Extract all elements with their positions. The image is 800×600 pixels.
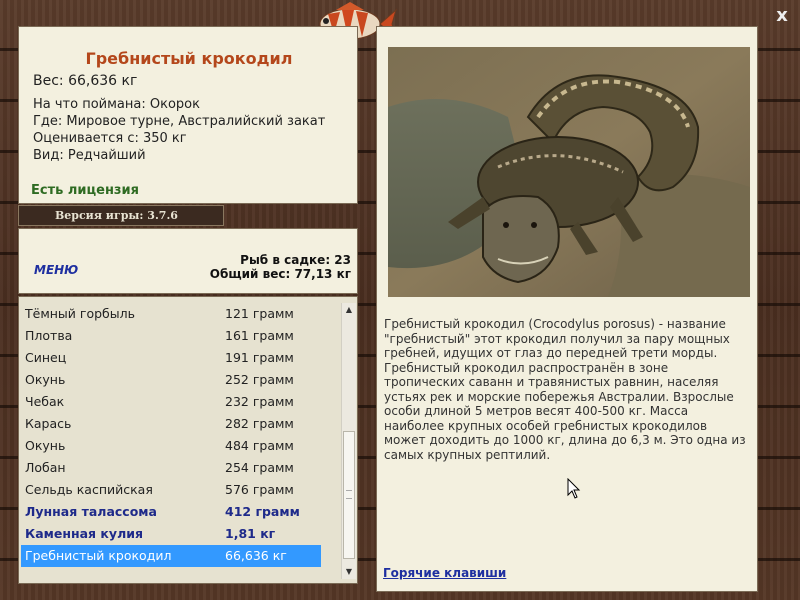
list-item[interactable]: Тёмный горбыль 121 грамм — [21, 303, 321, 325]
scroll-thumb[interactable] — [343, 431, 355, 559]
fish-rarity: Вид: Редчайший — [33, 148, 146, 163]
game-version: Версия игры: 3.7.6 — [18, 205, 224, 226]
fish-name: Гребнистый крокодил — [25, 548, 172, 563]
fish-name: Плотва — [25, 328, 73, 343]
catch-list: Тёмный горбыль 121 грамм Плотва 161 грамм Си… — [18, 296, 358, 584]
fish-name: Лунная талассома — [25, 504, 157, 519]
close-button[interactable]: x — [772, 6, 792, 26]
fish-weight-value: 576 грамм — [225, 482, 294, 497]
list-item[interactable]: Окунь 484 грамм — [21, 435, 321, 457]
list-item[interactable]: Карась 282 грамм — [21, 413, 321, 435]
fish-weight-value: 191 грамм — [225, 350, 294, 365]
fish-valuation: Оценивается с: 350 кг — [33, 131, 187, 146]
fish-weight-value: 66,636 кг — [225, 548, 287, 563]
list-item[interactable]: Плотва 161 грамм — [21, 325, 321, 347]
fish-name: Лобан — [25, 460, 66, 475]
list-item[interactable]: Каменная кулия 1,81 кг — [21, 523, 321, 545]
fish-name: Сельдь каспийская — [25, 482, 153, 497]
total-weight: Общий вес: 77,13 кг — [209, 267, 351, 281]
fish-weight-value: 484 грамм — [225, 438, 294, 453]
fish-bait: На что поймана: Окорок — [33, 97, 200, 112]
fish-weight-value: 412 грамм — [225, 504, 300, 519]
fish-name: Окунь — [25, 372, 66, 387]
list-item[interactable]: Лобан 254 грамм — [21, 457, 321, 479]
list-item[interactable]: Синец 191 грамм — [21, 347, 321, 369]
fish-info-panel: Гребнистый крокодил Вес: 66,636 кг На чт… — [18, 26, 358, 204]
list-item[interactable]: Окунь 252 грамм — [21, 369, 321, 391]
fish-name: Чебак — [25, 394, 65, 409]
fish-name: Тёмный горбыль — [25, 306, 135, 321]
list-item[interactable]: Сельдь каспийская 576 грамм — [21, 479, 321, 501]
list-scrollbar[interactable]: ▲ ▼ — [341, 303, 356, 579]
fish-weight-value: 121 грамм — [225, 306, 294, 321]
hotkeys-link[interactable]: Горячие клавиши — [383, 566, 506, 580]
mouse-cursor-icon — [567, 478, 581, 499]
list-item[interactable]: Гребнистый крокодил 66,636 кг — [21, 545, 321, 567]
fish-description: Гребнистый крокодил (Crocodylus porosus)… — [384, 317, 746, 462]
fish-name: Карась — [25, 416, 72, 431]
fish-weight-value: 252 грамм — [225, 372, 294, 387]
fish-weight-value: 282 грамм — [225, 416, 294, 431]
list-item[interactable]: Лунная талассома 412 грамм — [21, 501, 321, 523]
fish-weight-value: 254 грамм — [225, 460, 294, 475]
fish-name: Каменная кулия — [25, 526, 144, 541]
fish-location: Где: Мировое турне, Австралийский закат — [33, 114, 326, 129]
scroll-down-icon[interactable]: ▼ — [342, 565, 356, 579]
fish-weight-value: 1,81 кг — [225, 526, 276, 541]
fish-weight-value: 161 грамм — [225, 328, 294, 343]
crocodile-photo — [388, 47, 750, 297]
menu-button[interactable]: МЕНЮ — [34, 263, 78, 277]
fish-title: Гребнистый крокодил — [85, 49, 293, 68]
fish-count: Рыб в садке: 23 — [240, 253, 351, 267]
scroll-up-icon[interactable]: ▲ — [342, 303, 356, 317]
fish-weight: Вес: 66,636 кг — [33, 73, 138, 89]
fish-name: Окунь — [25, 438, 66, 453]
fish-name: Синец — [25, 350, 67, 365]
license-status: Есть лицензия — [31, 183, 139, 198]
menu-panel: МЕНЮ Рыб в садке: 23 Общий вес: 77,13 кг — [18, 228, 358, 294]
description-panel: Гребнистый крокодил (Crocodylus porosus)… — [376, 26, 758, 592]
list-item[interactable]: Чебак 232 грамм — [21, 391, 321, 413]
fish-weight-value: 232 грамм — [225, 394, 294, 409]
